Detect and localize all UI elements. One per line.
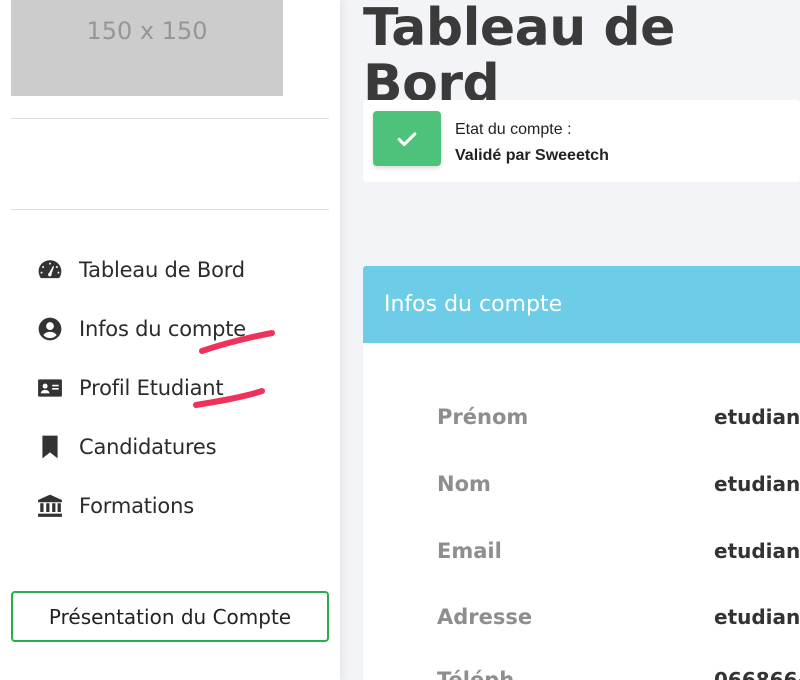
red-scribble-mark [193, 388, 265, 408]
account-info-card: Infos du compte Prénom etudiant Nom etud… [363, 266, 800, 680]
info-value: etudiant( [714, 539, 800, 563]
info-key: Prénom [437, 405, 529, 429]
sidebar-item-candidatures[interactable]: Candidatures [36, 417, 246, 476]
info-key: Nom [437, 472, 491, 496]
avatar-placeholder-text: 150 x 150 [86, 17, 208, 45]
status-value: Validé par Sweeetch [455, 147, 609, 164]
info-value: etudiant [714, 405, 800, 429]
sidebar-item-label: Candidatures [79, 434, 217, 459]
info-row-prenom: Prénom etudiant [363, 405, 800, 445]
info-row-adresse: Adresse etudiant [363, 605, 800, 645]
account-info-header: Infos du compte [363, 266, 800, 343]
sidebar-item-label: Formations [79, 493, 194, 518]
info-row-telephone: Téléph 0668664 [363, 668, 800, 680]
info-row-email: Email etudiant( [363, 539, 800, 579]
sidebar-item-tableau-de-bord[interactable]: Tableau de Bord [36, 240, 246, 299]
check-icon [397, 131, 417, 146]
divider [11, 209, 329, 210]
page-title: Tableau de Bord [363, 0, 675, 114]
info-key: Email [437, 539, 502, 563]
status-indicator [373, 111, 441, 166]
info-value: 0668664 [714, 668, 800, 680]
account-info-title: Infos du compte [384, 292, 563, 317]
info-row-nom: Nom etudiant [363, 472, 800, 512]
status-label: Etat du compte : [455, 121, 572, 138]
presentation-du-compte-button[interactable]: Présentation du Compte [11, 591, 329, 642]
bookmark-icon [36, 433, 64, 461]
red-scribble-mark [199, 330, 275, 354]
divider [11, 118, 329, 119]
dashboard-gauge-icon [36, 256, 64, 284]
account-status-card: Etat du compte : Validé par Sweeetch [363, 100, 800, 182]
sidebar: 150 x 150 Tableau de Bord Infos du compt… [0, 0, 340, 680]
info-key: Adresse [437, 605, 533, 629]
presentation-button-label: Présentation du Compte [48, 604, 292, 629]
info-value: etudiant [714, 472, 800, 496]
sidebar-item-formations[interactable]: Formations [36, 476, 246, 535]
id-card-icon [36, 374, 64, 402]
user-circle-icon [36, 315, 64, 343]
info-value: etudiant [714, 605, 800, 629]
info-key: Téléph [437, 668, 515, 680]
institution-icon [36, 492, 64, 520]
avatar-placeholder: 150 x 150 [11, 0, 283, 96]
sidebar-item-label: Tableau de Bord [79, 257, 245, 282]
